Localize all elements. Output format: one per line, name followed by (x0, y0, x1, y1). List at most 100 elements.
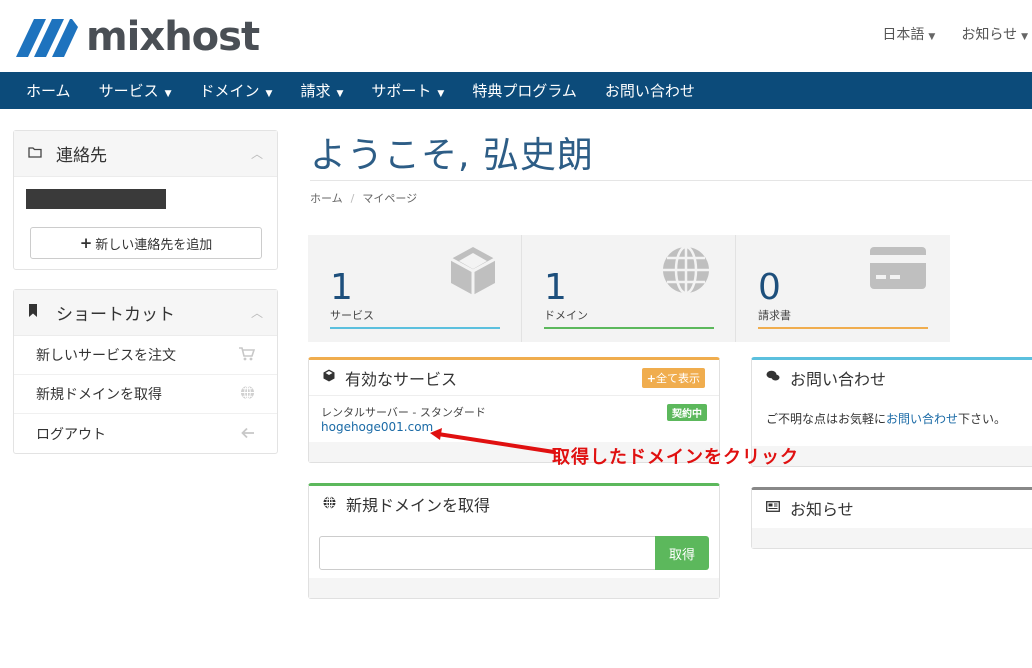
stat-label: 請求書 (758, 309, 791, 322)
redacted-contact (26, 189, 166, 209)
card-footer (752, 528, 1032, 548)
stat-domains[interactable]: 1 ドメイン (522, 235, 736, 342)
stat-underline (544, 327, 714, 329)
nav-home[interactable]: ホーム (26, 80, 71, 101)
shortcuts-panel-title: ショートカット (56, 305, 175, 325)
breadcrumb-current: マイページ (362, 192, 418, 205)
get-domain-button[interactable]: 取得 (655, 536, 709, 570)
logo[interactable]: mixhost (14, 14, 260, 60)
status-badge: 契約中 (667, 404, 707, 421)
cube-icon (323, 369, 335, 386)
breadcrumb-separator: / (350, 192, 355, 205)
contacts-panel-header[interactable]: 連絡先 ︿ (14, 131, 277, 177)
globe-icon (323, 495, 336, 513)
register-domain-header: 新規ドメインを取得 (309, 486, 719, 522)
shortcuts-panel-header[interactable]: ショートカット ︿ (14, 290, 277, 336)
credit-card-icon (870, 245, 926, 295)
newspaper-icon (766, 500, 780, 516)
cube-icon (449, 245, 497, 301)
caret-down-icon: ▼ (437, 89, 445, 99)
globe-icon (661, 245, 711, 299)
shortcuts-panel: ショートカット ︿ 新しいサービスを注文 新規ドメインを取得 ログアウト (13, 289, 278, 454)
domain-search-input[interactable] (319, 536, 657, 570)
annotation-text: 取得したドメインをクリック (552, 447, 799, 468)
nav-label: 請求 (300, 82, 331, 100)
nav-label: サービス (98, 82, 159, 100)
stat-services[interactable]: 1 サービス (308, 235, 522, 342)
contacts-panel-title: 連絡先 (56, 146, 107, 166)
show-all-button[interactable]: +全て表示 (641, 367, 705, 388)
shortcut-label: 新規ドメインを取得 (36, 387, 162, 403)
globe-icon (240, 384, 255, 404)
arrow-left-icon (241, 424, 255, 443)
register-domain-title: 新規ドメインを取得 (346, 496, 491, 515)
folder-icon (28, 146, 48, 162)
stat-label: ドメイン (544, 309, 588, 322)
service-domain-link[interactable]: hogehoge001.com (321, 420, 433, 434)
nav-support[interactable]: サポート ▼ (371, 80, 444, 101)
chevron-up-icon[interactable]: ︿ (251, 304, 263, 321)
shortcut-register-domain[interactable]: 新規ドメインを取得 (14, 375, 277, 414)
top-header: mixhost 日本語 ▼ お知らせ ▼ (0, 0, 1032, 72)
contact-card-header: お問い合わせ (752, 360, 1032, 396)
language-label: 日本語 (882, 27, 925, 43)
nav-label: ホーム (26, 82, 71, 100)
caret-down-icon: ▼ (928, 32, 936, 42)
header-links: 日本語 ▼ お知らせ ▼ (882, 24, 1028, 44)
nav-affiliate[interactable]: 特典プログラム (472, 80, 577, 101)
notifications-label: お知らせ (961, 27, 1018, 43)
service-name: レンタルサーバー - スタンダード (321, 406, 486, 419)
contacts-panel: 連絡先 ︿ + 新しい連絡先を追加 (13, 130, 278, 270)
caret-down-icon: ▼ (164, 89, 172, 99)
active-services-header: 有効なサービス +全て表示 (309, 360, 719, 396)
shortcut-logout[interactable]: ログアウト (14, 414, 277, 453)
breadcrumb-home[interactable]: ホーム (310, 192, 343, 205)
cart-icon (239, 346, 256, 365)
show-all-label: 全て表示 (656, 371, 700, 385)
nav-domains[interactable]: ドメイン ▼ (200, 80, 273, 101)
chevron-up-icon[interactable]: ︿ (251, 145, 263, 162)
bookmark-icon (28, 304, 48, 321)
contact-card-text: ご不明な点はお気軽にお問い合わせ下さい。 (766, 410, 1006, 427)
stat-invoices[interactable]: 0 請求書 (736, 235, 950, 342)
register-domain-card: 新規ドメインを取得 取得 (308, 483, 720, 599)
stat-value: 1 (544, 267, 567, 308)
plus-icon: + (79, 234, 93, 252)
card-footer (309, 578, 719, 598)
main-nav: ホーム サービス ▼ ドメイン ▼ 請求 ▼ サポート ▼ 特典プログラム お問い合わせ (0, 72, 1032, 109)
nav-label: 特典プログラム (472, 82, 577, 100)
language-selector[interactable]: 日本語 ▼ (882, 24, 935, 44)
add-contact-button[interactable]: + 新しい連絡先を追加 (30, 227, 262, 259)
nav-label: お問い合わせ (604, 82, 695, 100)
contact-text-after: 下さい。 (958, 412, 1007, 426)
shortcut-label: ログアウト (36, 426, 106, 443)
contact-link[interactable]: お問い合わせ (886, 412, 958, 426)
stat-value: 1 (330, 267, 353, 308)
shortcut-order-service[interactable]: 新しいサービスを注文 (14, 336, 277, 375)
shortcut-label: 新しいサービスを注文 (36, 348, 176, 364)
logo-text: mixhost (86, 14, 260, 60)
plus-icon: + (646, 371, 656, 385)
stat-label: サービス (330, 309, 374, 322)
title-divider (310, 180, 1032, 181)
nav-contact[interactable]: お問い合わせ (605, 80, 695, 101)
news-card-header: お知らせ (752, 490, 1032, 526)
nav-billing[interactable]: 請求 ▼ (300, 80, 343, 101)
page-title: ようこそ, 弘史朗 (310, 135, 594, 176)
active-services-title: 有効なサービス (345, 369, 458, 389)
annotation-arrow-icon (430, 428, 556, 454)
stat-value: 0 (758, 267, 781, 308)
comments-icon (766, 370, 780, 386)
news-card: お知らせ (751, 487, 1032, 549)
logo-slashes-icon (16, 19, 78, 57)
stats-tiles: 1 サービス 1 ドメイン 0 請求書 (308, 235, 950, 342)
nav-services[interactable]: サービス ▼ (99, 80, 172, 101)
caret-down-icon: ▼ (336, 89, 344, 99)
stat-underline (330, 327, 500, 329)
nav-label: サポート (371, 82, 432, 100)
news-card-title: お知らせ (790, 500, 854, 519)
nav-label: ドメイン (199, 82, 260, 100)
notifications-menu[interactable]: お知らせ ▼ (961, 24, 1028, 44)
contact-text-before: ご不明な点はお気軽に (766, 412, 887, 426)
caret-down-icon: ▼ (265, 89, 273, 99)
